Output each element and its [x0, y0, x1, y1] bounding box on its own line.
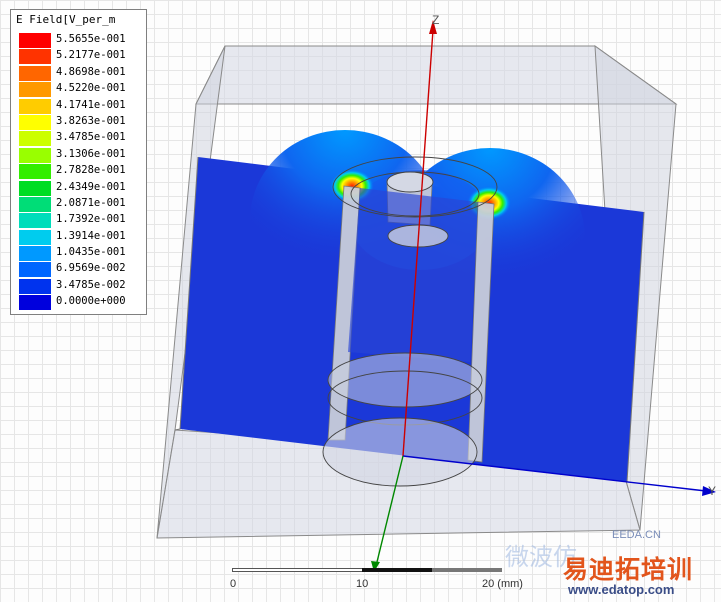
legend-value: 6.9569e-002 — [56, 262, 126, 275]
watermark-url: www.edatop.com — [568, 582, 675, 597]
legend-swatch — [19, 82, 51, 98]
legend-value: 1.3914e-001 — [56, 229, 126, 242]
inner-conductor-top — [386, 171, 434, 193]
scale-segment-dark — [362, 568, 432, 572]
legend-value: 4.5220e-001 — [56, 82, 126, 95]
legend-swatch — [19, 262, 51, 278]
legend-title: E Field[V_per_m — [16, 13, 116, 26]
legend-swatch — [19, 65, 51, 81]
legend-swatch — [19, 147, 51, 163]
3d-viewport[interactable]: Z Y 微波仿 E Field[V_per_m 5.5655e-001 5.217… — [0, 0, 721, 602]
legend-swatch — [19, 180, 51, 196]
cylinder-bottom-ellipse — [322, 417, 478, 487]
legend-value: 3.1306e-001 — [56, 147, 126, 160]
legend-value: 3.4785e-001 — [56, 131, 126, 144]
inner-pin-face — [348, 188, 478, 362]
watermark-site: EEDA.CN — [612, 529, 661, 541]
scale-label-0: 0 — [230, 578, 237, 590]
legend-value: 5.5655e-001 — [56, 33, 126, 45]
legend-value: 2.0871e-001 — [56, 196, 126, 209]
legend-swatch — [19, 98, 51, 114]
legend-swatch — [19, 33, 51, 48]
legend-swatch — [19, 278, 51, 294]
legend-value: 2.7828e-001 — [56, 164, 126, 177]
scale-label-10: 10 — [356, 578, 369, 590]
watermark-brand: 易迪拓培训 — [563, 555, 694, 584]
cylinder-lower-ellipse-a — [327, 352, 483, 408]
legend-swatch — [19, 229, 51, 245]
legend-swatch — [19, 246, 51, 262]
legend-swatch — [19, 213, 51, 229]
field-legend[interactable]: E Field[V_per_m 5.5655e-001 5.2177e-001 4.… — [10, 9, 147, 315]
legend-value: 3.4785e-002 — [56, 278, 126, 291]
z-axis-label: Z — [432, 13, 439, 27]
legend-value: 3.8263e-001 — [56, 114, 126, 127]
legend-value: 5.2177e-001 — [56, 49, 126, 62]
legend-value: 1.7392e-001 — [56, 213, 126, 226]
legend-value: 2.4349e-001 — [56, 180, 126, 193]
legend-swatch — [19, 164, 51, 180]
legend-value: 0.0000e+000 — [56, 295, 126, 308]
watermark: EEDA.CN 易迪拓培训 www.edatop.com — [460, 502, 718, 600]
legend-swatch — [19, 196, 51, 212]
y-axis-label: Y — [708, 484, 716, 498]
legend-value: 4.8698e-001 — [56, 65, 126, 78]
legend-swatch — [19, 131, 51, 147]
legend-value: 1.0435e-001 — [56, 246, 126, 259]
legend-swatch — [19, 49, 51, 65]
legend-swatch — [19, 295, 51, 311]
legend-value: 4.1741e-001 — [56, 98, 126, 111]
legend-swatch — [19, 114, 51, 130]
